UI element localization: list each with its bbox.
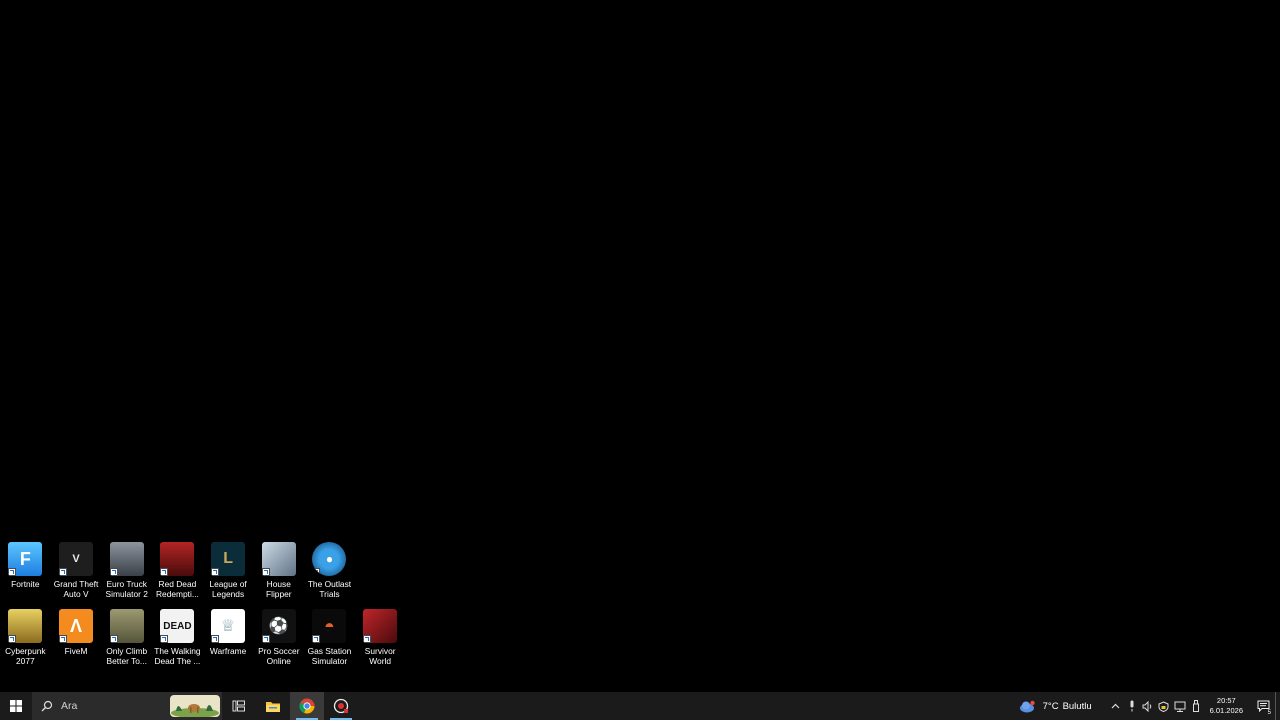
cyberpunk-icon xyxy=(8,609,43,643)
desktop-icon-label: Warframe xyxy=(209,646,247,656)
speaker-icon xyxy=(1142,700,1151,712)
desktop-icon-label: Euro Truck Simulator 2 xyxy=(105,579,148,599)
desktop-icon-label: Only Climb Better To... xyxy=(106,646,148,666)
file-explorer-button[interactable] xyxy=(256,692,290,720)
desktop-icon-euro-truck[interactable]: Euro Truck Simulator 2 xyxy=(101,542,152,599)
show-desktop-button[interactable] xyxy=(1275,692,1280,720)
desktop-icon-label: Pro Soccer Online xyxy=(258,646,300,666)
desktop-icon-gta-v[interactable]: V Grand Theft Auto V xyxy=(51,542,102,599)
task-view-button[interactable] xyxy=(222,692,256,720)
desktop-icon-walking-dead[interactable]: DEAD The Walking Dead The ... xyxy=(152,609,203,666)
clock[interactable]: 20:57 6.01.2026 xyxy=(1210,696,1243,716)
weather-widget[interactable]: 7°C Bulutlu xyxy=(1019,700,1092,713)
notification-center-button[interactable]: 5 xyxy=(1251,692,1275,720)
desktop-icon-red-dead[interactable]: Red Dead Redempti... xyxy=(152,542,203,599)
volume-button[interactable] xyxy=(1140,692,1156,720)
desktop-icon-house-flipper[interactable]: House Flipper xyxy=(253,542,304,599)
desktop: F Fortnite V Grand Theft Auto V Euro Tru… xyxy=(0,0,1280,692)
taskbar: Ara 7°C Bulutlu 20:57 6.01.2026 5 xyxy=(0,692,1280,720)
desktop-icon-cyberpunk[interactable]: Cyberpunk 2077 xyxy=(0,609,51,666)
chevron-up-icon xyxy=(1111,703,1120,709)
desktop-icon-outlast[interactable]: ● The Outlast Trials xyxy=(304,542,355,599)
chrome-icon xyxy=(299,698,315,714)
desktop-icon-only-climb[interactable]: Only Climb Better To... xyxy=(101,609,152,666)
desktop-icon-label: Fortnite xyxy=(11,579,40,589)
only-climb-icon xyxy=(109,609,144,643)
fortnite-icon: F xyxy=(8,542,43,576)
shield-icon xyxy=(1158,700,1169,712)
desktop-icon-label: Cyberpunk 2077 xyxy=(5,646,46,666)
gas-station-icon: ◓ xyxy=(312,609,347,643)
fivem-icon: Λ xyxy=(59,609,94,643)
desktop-icon-label: League of Legends xyxy=(209,579,247,599)
desktop-icon-gas-station[interactable]: ◓ Gas Station Simulator xyxy=(304,609,355,666)
microphone-icon xyxy=(1130,700,1134,712)
usb-button[interactable] xyxy=(1188,692,1204,720)
file-explorer-icon xyxy=(266,701,280,712)
weather-temp: 7°C xyxy=(1042,700,1059,712)
cloud-icon xyxy=(1019,700,1035,712)
walking-dead-icon: DEAD xyxy=(160,609,195,643)
desktop-icon-label: FiveM xyxy=(64,646,88,656)
desktop-icon-league[interactable]: L League of Legends xyxy=(203,542,254,599)
red-dead-icon xyxy=(160,542,195,576)
microphone-button[interactable] xyxy=(1124,692,1140,720)
search-placeholder: Ara xyxy=(61,700,78,712)
gta-v-icon: V xyxy=(59,542,94,576)
search-input[interactable]: Ara xyxy=(32,692,222,720)
warframe-icon: ♕ xyxy=(211,609,246,643)
desktop-icon-label: The Outlast Trials xyxy=(307,579,352,599)
recorder-icon xyxy=(333,698,349,714)
network-icon xyxy=(1174,701,1186,712)
network-button[interactable] xyxy=(1172,692,1188,720)
clock-time: 20:57 xyxy=(1216,696,1236,705)
recorder-button[interactable] xyxy=(324,692,358,720)
task-view-icon xyxy=(232,700,245,712)
clock-date: 6.01.2026 xyxy=(1209,706,1243,715)
euro-truck-icon xyxy=(109,542,144,576)
outlast-icon: ● xyxy=(312,542,347,576)
desktop-icon-label: The Walking Dead The ... xyxy=(154,646,201,666)
desktop-icon-label: Red Dead Redempti... xyxy=(155,579,199,599)
pro-soccer-icon: ⚽ xyxy=(261,609,296,643)
desktop-icon-label: House Flipper xyxy=(265,579,292,599)
house-flipper-icon xyxy=(261,542,296,576)
desktop-icon-label: Grand Theft Auto V xyxy=(53,579,99,599)
usb-drive-icon xyxy=(1192,700,1199,712)
show-hidden-icons-button[interactable] xyxy=(1108,692,1124,720)
league-icon: L xyxy=(211,542,246,576)
weather-condition: Bulutlu xyxy=(1062,700,1092,712)
desktop-icon-row-1: F Fortnite V Grand Theft Auto V Euro Tru… xyxy=(0,542,355,599)
security-button[interactable] xyxy=(1156,692,1172,720)
chrome-button[interactable] xyxy=(290,692,324,720)
search-highlight-illustration xyxy=(170,695,220,717)
windows-logo-icon xyxy=(10,700,22,712)
desktop-icon-row-2: Cyberpunk 2077 Λ FiveM Only Climb Better… xyxy=(0,609,406,666)
desktop-icon-fivem[interactable]: Λ FiveM xyxy=(51,609,102,666)
desktop-icon-survivor-world[interactable]: Survivor World xyxy=(355,609,406,666)
desktop-icon-label: Gas Station Simulator xyxy=(307,646,352,666)
desktop-icon-warframe[interactable]: ♕ Warframe xyxy=(203,609,254,666)
search-icon xyxy=(41,700,53,712)
desktop-icon-pro-soccer[interactable]: ⚽ Pro Soccer Online xyxy=(253,609,304,666)
survivor-world-icon xyxy=(363,609,398,643)
notification-count: 5 xyxy=(1267,710,1271,716)
desktop-icon-fortnite[interactable]: F Fortnite xyxy=(0,542,51,599)
system-tray: 7°C Bulutlu 20:57 6.01.2026 5 xyxy=(1019,692,1280,720)
desktop-icon-label: Survivor World xyxy=(364,646,396,666)
start-button[interactable] xyxy=(0,692,32,720)
